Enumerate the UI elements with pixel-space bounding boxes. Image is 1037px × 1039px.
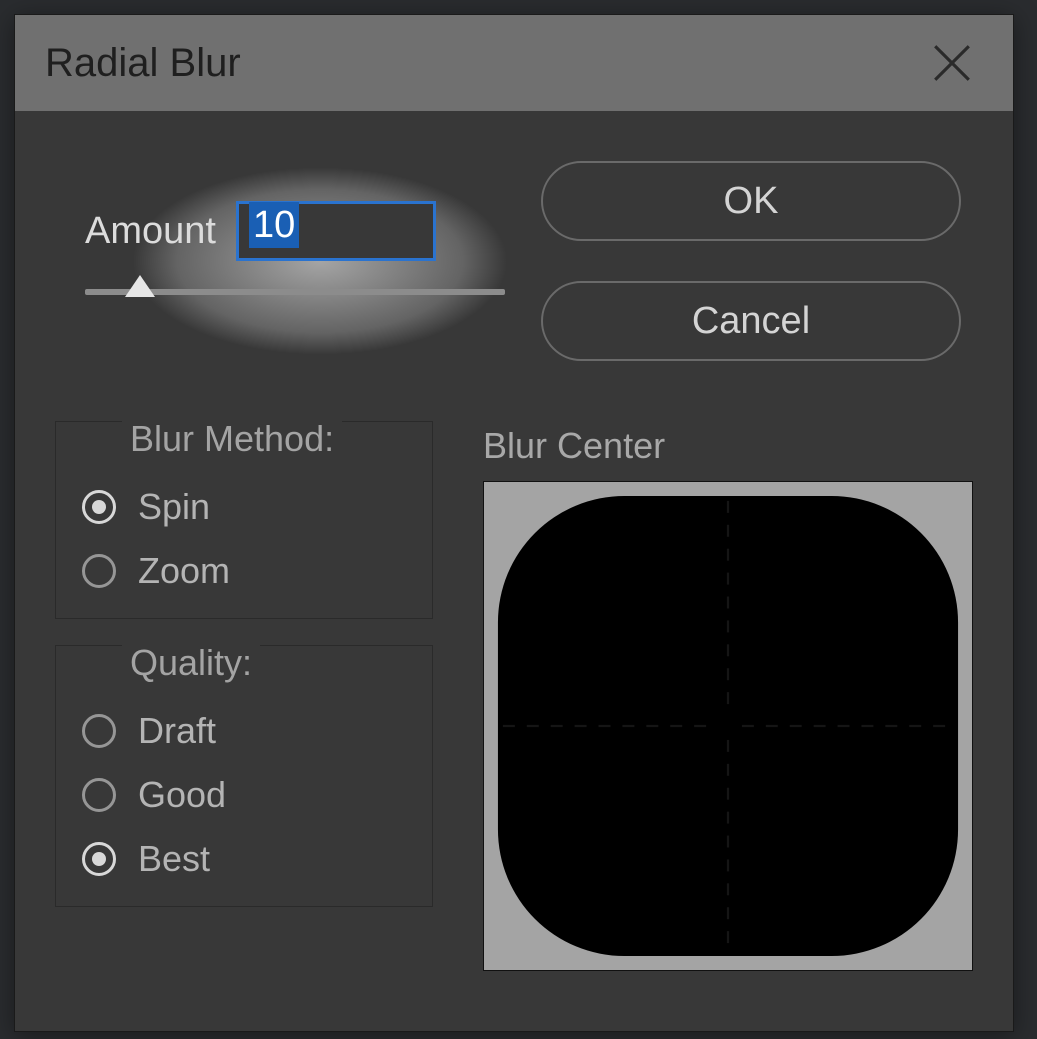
quality-best[interactable]: Best <box>82 838 406 880</box>
dialog-title: Radial Blur <box>45 41 241 86</box>
highlight-glow <box>45 131 595 391</box>
radio-icon <box>82 778 116 812</box>
blur-method-legend: Blur Method: <box>122 418 342 460</box>
amount-input[interactable]: 10 <box>236 201 436 261</box>
quality-draft[interactable]: Draft <box>82 710 406 752</box>
blur-method-zoom[interactable]: Zoom <box>82 550 406 592</box>
radio-icon <box>82 842 116 876</box>
blur-method-group: Blur Method: Spin Zoom <box>55 421 433 619</box>
slider-thumb-icon[interactable] <box>125 275 155 297</box>
amount-slider[interactable] <box>85 289 505 295</box>
quality-group: Quality: Draft Good Best <box>55 645 433 907</box>
close-icon[interactable] <box>931 42 973 84</box>
quality-good[interactable]: Good <box>82 774 406 816</box>
radial-blur-dialog: Radial Blur Amount 10 OK Cancel <box>14 14 1014 1032</box>
radio-icon <box>82 490 116 524</box>
amount-label: Amount <box>85 210 216 253</box>
cancel-button[interactable]: Cancel <box>541 281 961 361</box>
radio-icon <box>82 714 116 748</box>
blur-center-preview[interactable] <box>483 481 973 971</box>
blur-method-spin[interactable]: Spin <box>82 486 406 528</box>
ok-button[interactable]: OK <box>541 161 961 241</box>
blur-center-label: Blur Center <box>483 425 973 467</box>
quality-legend: Quality: <box>122 642 260 684</box>
radio-icon <box>82 554 116 588</box>
dialog-titlebar[interactable]: Radial Blur <box>15 15 1013 111</box>
